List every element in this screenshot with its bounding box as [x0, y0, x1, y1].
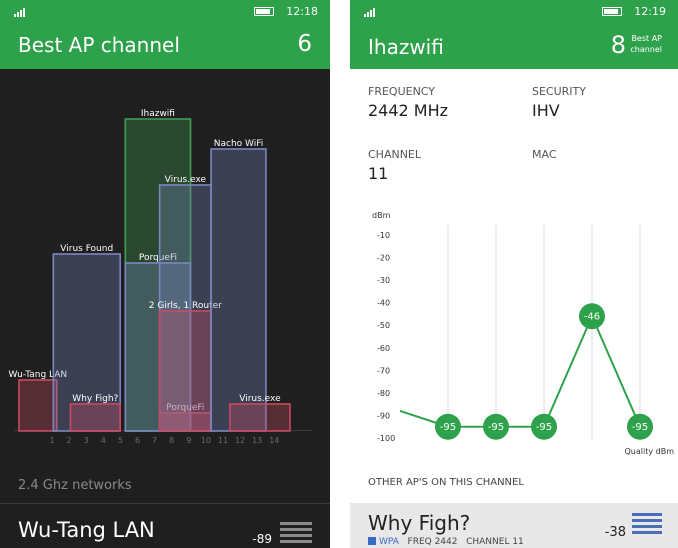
quality-point: -95 [531, 413, 557, 440]
network-name: Wu-Tang LAN [18, 518, 155, 542]
network-label: Nacho WiFi [214, 139, 264, 149]
y-tick-label: -70 [377, 366, 390, 375]
signal-strength-icon [14, 8, 25, 17]
network-bar [210, 148, 267, 432]
other-ap-security: WPA [379, 537, 399, 547]
signal-quality-chart: dBm -10 -20 -30 -40 -50 -60 -70 -80 -90 -100 -95 -95… [372, 211, 675, 456]
network-bar [229, 403, 291, 432]
network-footprint: Why Figh? [69, 394, 121, 432]
other-ap-signal: -38 [604, 525, 626, 540]
channel-tick-label: 10 [201, 436, 211, 445]
network-label: Ihazwifi [141, 109, 175, 119]
network-list-item[interactable]: Wu-Tang LAN -89 [18, 518, 312, 546]
quality-point-label: -46 [584, 312, 600, 323]
status-bar: 12:18 [0, 0, 330, 23]
y-tick-label: -90 [377, 411, 390, 420]
frequency-value: 2442 MHz [368, 101, 449, 120]
quality-point: -95 [627, 413, 653, 440]
channel-tick-label: 11 [218, 436, 228, 445]
channel-tick-label: 14 [269, 436, 279, 445]
other-ap-item[interactable]: Why Figh? WPA FREQ 2442 CHANNEL 11 -38 [350, 503, 678, 548]
page-title: Ihazwifi [368, 35, 444, 59]
network-signal: -89 [252, 532, 272, 546]
channel-tick-label: 12 [235, 436, 245, 445]
other-ap-channel: CHANNEL 11 [466, 537, 524, 547]
network-label: Virus Found [60, 244, 113, 254]
y-tick-label: -50 [377, 321, 390, 330]
channel-tick-label: 2 [67, 436, 72, 445]
status-bar: 12:19 [350, 0, 678, 23]
security-square-icon [368, 537, 376, 545]
channel-tick-label: 5 [118, 436, 123, 445]
battery-icon [254, 7, 274, 16]
y-tick-label: -10 [377, 231, 390, 240]
channel-value: 11 [368, 164, 389, 183]
section-caption: 2.4 Ghz networks [18, 478, 132, 493]
left-phone-screen: 12:18 Best AP channel 6 Wu-Tang LAN Virus… [0, 0, 330, 548]
mac-label: MAC [532, 148, 557, 161]
quality-point: -46 [579, 303, 605, 330]
channel-tick-label: 13 [252, 436, 262, 445]
signal-bars-icon [632, 513, 662, 537]
app-header: Ihazwifi 8 Best AP channel [350, 23, 678, 69]
network-label: Virus.exe [239, 394, 281, 404]
network-bar [158, 310, 212, 432]
quality-point-label: -95 [632, 422, 648, 433]
quality-point-label: -95 [440, 422, 456, 433]
y-tick-label: -30 [377, 276, 390, 285]
channel-tick-label: 9 [186, 436, 191, 445]
divider [0, 503, 330, 504]
best-ap-label: Best AP channel [630, 34, 662, 54]
signal-strength-icon [364, 8, 375, 17]
y-tick-label: -80 [377, 389, 390, 398]
channel-tick-label: 1 [49, 436, 54, 445]
channel-label: CHANNEL [368, 148, 422, 161]
page-title: Best AP channel [18, 33, 180, 57]
status-time: 12:19 [634, 5, 666, 18]
app-header: Best AP channel 6 [0, 23, 330, 69]
status-time: 12:18 [286, 5, 318, 18]
quality-point-label: -95 [536, 422, 552, 433]
network-label: Virus.exe [165, 175, 207, 185]
network-bar [18, 379, 58, 432]
security-label: SECURITY [532, 85, 586, 98]
battery-icon [602, 7, 622, 16]
x-axis-label: Quality dBm [625, 447, 675, 456]
other-ap-meta: WPA FREQ 2442 CHANNEL 11 [368, 537, 524, 547]
frequency-label: FREQUENCY [368, 85, 436, 98]
y-axis-unit: dBm [372, 211, 391, 220]
channel-tick-label: 8 [169, 436, 174, 445]
network-bar [69, 403, 121, 432]
security-value: IHV [532, 101, 560, 120]
channel-tick-label: 6 [135, 436, 140, 445]
network-label: Why Figh? [72, 394, 118, 404]
signal-bars-icon [280, 522, 312, 546]
channel-tick-label: 3 [84, 436, 89, 445]
quality-point: -95 [483, 413, 509, 440]
best-channel-value: 6 [297, 31, 312, 57]
other-aps-caption: OTHER AP'S ON THIS CHANNEL [368, 477, 524, 488]
quality-point: -95 [435, 413, 461, 440]
network-footprint: Virus.exe [229, 394, 291, 432]
quality-line [399, 313, 641, 428]
channel-overlap-chart: Wu-Tang LANVirus FoundWhy Figh?IhazwifiP… [9, 109, 312, 445]
channel-tick-label: 4 [101, 436, 106, 445]
channel-tick-label: 7 [152, 436, 157, 445]
y-tick-label: -60 [377, 344, 390, 353]
other-ap-freq: FREQ 2442 [407, 537, 458, 547]
y-tick-label: -20 [377, 254, 390, 263]
network-footprint: Nacho WiFi [210, 139, 267, 432]
other-ap-name: Why Figh? [368, 511, 471, 535]
y-tick-label: -40 [377, 299, 390, 308]
y-tick-label: -100 [377, 434, 395, 443]
best-ap-channel: 8 Best AP channel [582, 29, 662, 63]
quality-point-label: -95 [488, 422, 504, 433]
